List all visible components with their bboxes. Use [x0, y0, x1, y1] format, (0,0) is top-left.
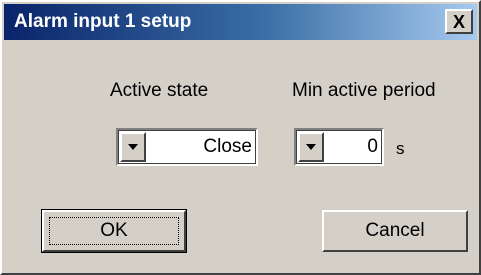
ok-button[interactable]: OK [41, 209, 187, 253]
active-state-value: Close [203, 136, 252, 157]
min-active-period-select[interactable]: 0 [294, 128, 384, 166]
min-active-period-value: 0 [367, 136, 378, 157]
chevron-down-icon [306, 144, 316, 150]
active-state-dropdown-button[interactable] [120, 132, 146, 162]
min-active-period-label: Min active period [292, 80, 436, 101]
close-button[interactable]: X [445, 9, 473, 34]
close-icon: X [452, 11, 465, 32]
period-unit-label: s [396, 139, 405, 158]
active-state-label: Active state [110, 80, 209, 101]
title-bar[interactable]: Alarm input 1 setup X [4, 4, 477, 40]
window-title: Alarm input 1 setup [14, 11, 192, 32]
active-state-select[interactable]: Close [116, 128, 258, 166]
min-active-period-dropdown-button[interactable] [298, 132, 324, 162]
alarm-input-setup-dialog: Alarm input 1 setup X Active state Min a… [0, 0, 481, 275]
cancel-button[interactable]: Cancel [322, 210, 468, 252]
focus-indicator [49, 217, 179, 245]
cancel-button-label: Cancel [365, 220, 425, 241]
chevron-down-icon [128, 144, 138, 150]
